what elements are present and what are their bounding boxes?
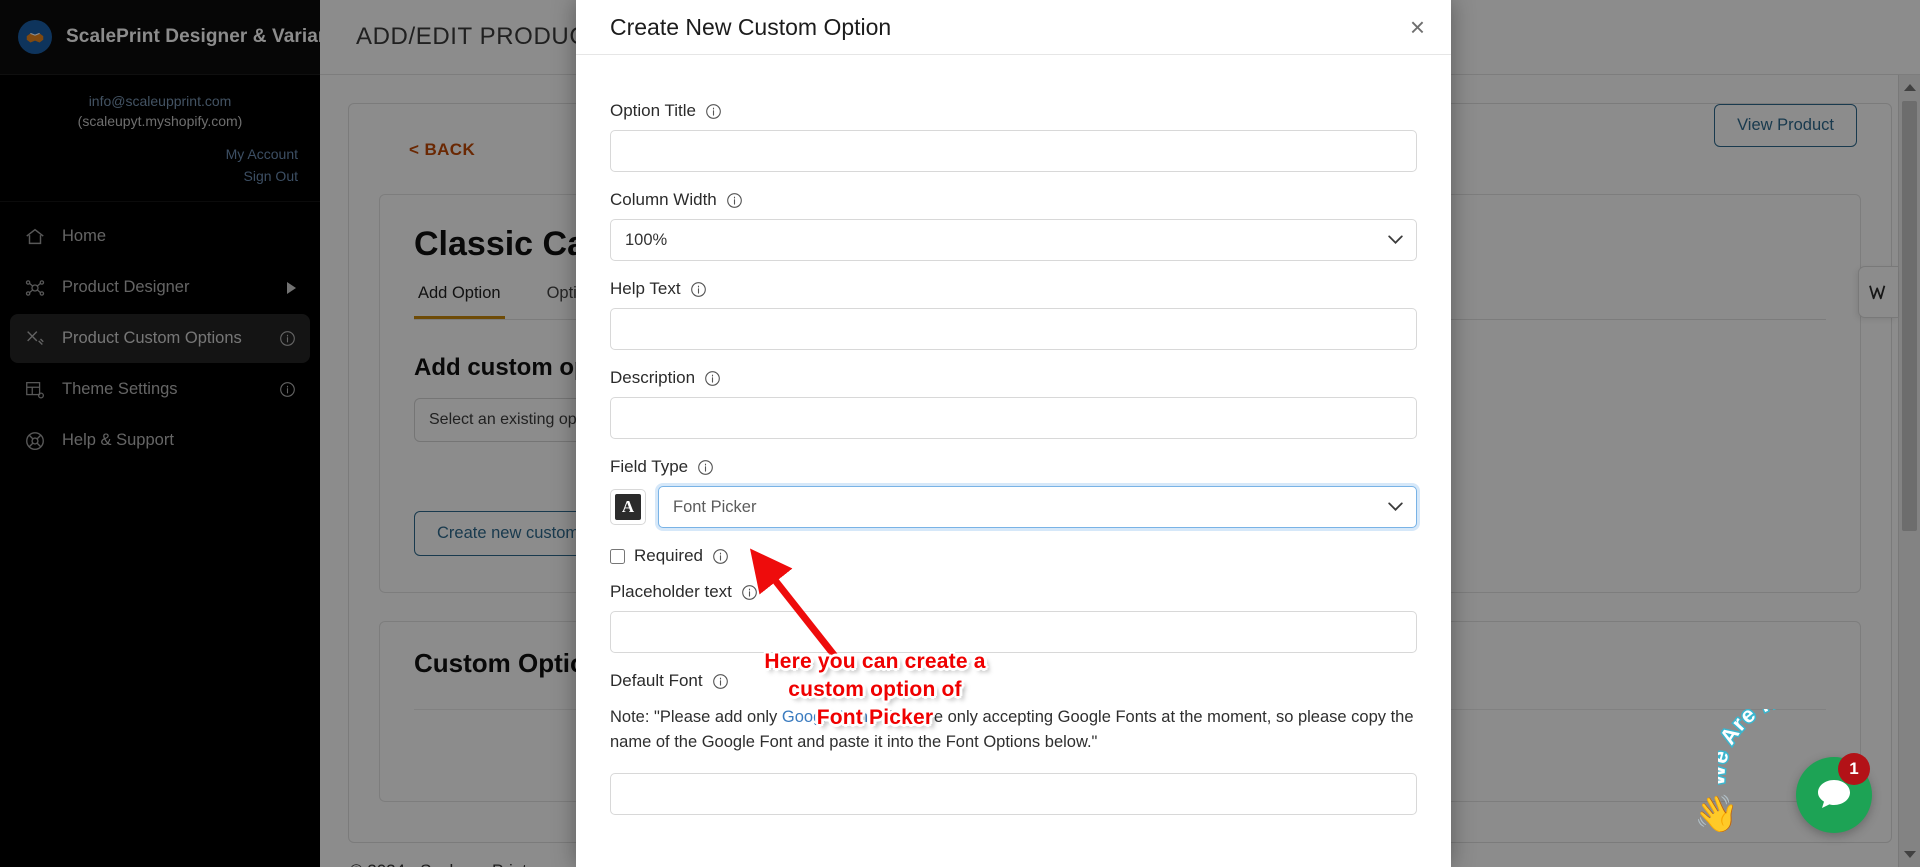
info-icon[interactable] bbox=[712, 548, 729, 565]
chat-bubble-button[interactable]: 1 bbox=[1796, 753, 1872, 833]
field-label: Placeholder text bbox=[610, 582, 732, 601]
info-icon[interactable] bbox=[704, 370, 721, 387]
font-picker-icon: A bbox=[610, 489, 646, 525]
field-label-row: Field Type bbox=[610, 457, 1417, 477]
info-icon[interactable] bbox=[697, 459, 714, 476]
field-label-row: Column Width bbox=[610, 190, 1417, 210]
field-description: Description bbox=[610, 368, 1417, 439]
option-title-input[interactable] bbox=[610, 130, 1417, 172]
chat-unread-badge: 1 bbox=[1838, 753, 1870, 785]
modal-header: Create New Custom Option × bbox=[576, 0, 1451, 55]
field-label-row: Placeholder text bbox=[610, 582, 1417, 602]
info-icon[interactable] bbox=[741, 584, 758, 601]
field-field-type: Field Type A Font Picker bbox=[610, 457, 1417, 528]
field-label-row: Option Title bbox=[610, 101, 1417, 121]
create-custom-option-modal: Create New Custom Option × Option Title … bbox=[576, 0, 1451, 867]
field-type-select[interactable]: Font Picker bbox=[658, 486, 1417, 528]
field-help-text: Help Text bbox=[610, 279, 1417, 350]
default-font-input[interactable] bbox=[610, 773, 1417, 815]
modal-title: Create New Custom Option bbox=[610, 13, 892, 40]
field-label: Help Text bbox=[610, 279, 681, 298]
field-label-row: Default Font bbox=[610, 671, 1417, 691]
info-icon[interactable] bbox=[705, 103, 722, 120]
field-label: Field Type bbox=[610, 457, 689, 476]
description-input[interactable] bbox=[610, 397, 1417, 439]
close-icon[interactable]: × bbox=[1406, 14, 1429, 40]
field-placeholder-text: Placeholder text bbox=[610, 582, 1417, 653]
info-icon[interactable] bbox=[726, 192, 743, 209]
column-width-select[interactable]: 100% bbox=[610, 219, 1417, 261]
field-label-row: Description bbox=[610, 368, 1417, 388]
waving-hand-icon: 👋 bbox=[1694, 793, 1739, 834]
placeholder-text-input[interactable] bbox=[610, 611, 1417, 653]
required-checkbox[interactable] bbox=[610, 548, 625, 564]
google-fonts-note: Note: "Please add only Google Fonts. We … bbox=[610, 705, 1417, 755]
field-label: Column Width bbox=[610, 190, 717, 209]
field-label: Option Title bbox=[610, 101, 696, 120]
field-column-width: Column Width 100% bbox=[610, 190, 1417, 261]
required-checkbox-row[interactable]: Required bbox=[610, 546, 1417, 566]
help-text-input[interactable] bbox=[610, 308, 1417, 350]
chat-widget[interactable]: We Are Here! 👋 1 bbox=[1694, 697, 1884, 847]
field-label: Description bbox=[610, 368, 696, 387]
info-icon[interactable] bbox=[690, 281, 707, 298]
field-default-font: Default Font Note: "Please add only Goog… bbox=[610, 671, 1417, 815]
field-label-row: Help Text bbox=[610, 279, 1417, 299]
note-prefix: Note: "Please add only bbox=[610, 708, 782, 726]
required-label: Required bbox=[634, 546, 703, 565]
font-picker-glyph: A bbox=[615, 494, 641, 520]
field-option-title: Option Title bbox=[610, 101, 1417, 172]
info-icon[interactable] bbox=[712, 673, 729, 690]
modal-body: Option Title Column Width 100% Help Text… bbox=[576, 55, 1451, 867]
google-fonts-link[interactable]: Google Fonts bbox=[782, 708, 881, 726]
field-label: Default Font bbox=[610, 671, 703, 690]
